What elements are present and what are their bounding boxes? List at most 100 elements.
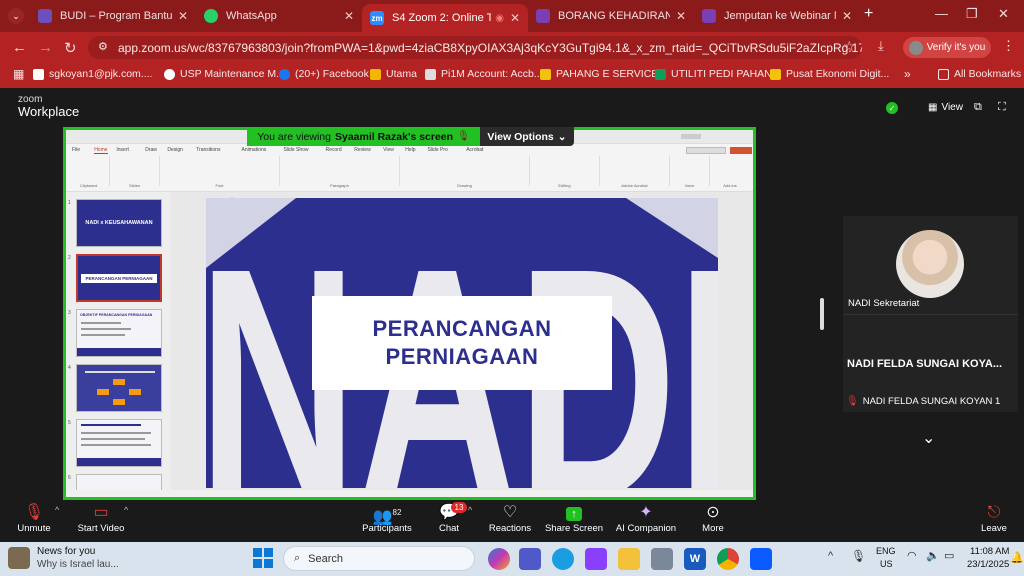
verify-button[interactable]: Verify it's you [903, 37, 991, 58]
tray-chevron-icon[interactable]: ^ [828, 550, 833, 562]
windows-start-icon[interactable] [253, 548, 273, 568]
bookmark-star-icon[interactable]: ☆ [843, 38, 856, 55]
apps-grid-icon[interactable]: ▦ [13, 67, 24, 81]
ppt-menu-record[interactable]: Record [326, 147, 342, 153]
taskbar-search[interactable]: ⌕ Search [283, 546, 475, 571]
close-icon[interactable]: ✕ [344, 9, 354, 23]
share-screen-button[interactable]: ↑ Share Screen [534, 503, 614, 534]
bookmark-item[interactable]: Pusat Ekonomi Digit... [770, 68, 889, 80]
slide-thumbnail[interactable]: NADI x KEUSAHAWANAN [76, 199, 162, 247]
clock-time[interactable]: 11:08 AM [970, 546, 1009, 557]
bookmark-item[interactable]: Pi1M Account: Accb... [425, 68, 543, 80]
ppt-menu-design[interactable]: Design [167, 147, 183, 153]
new-tab-button[interactable]: + [864, 5, 873, 23]
tab-whatsapp[interactable]: WhatsApp ✕ [196, 4, 362, 28]
file-explorer-icon[interactable] [618, 548, 640, 570]
shield-check-icon[interactable]: ✓ [886, 102, 898, 114]
store-icon[interactable] [651, 548, 673, 570]
close-icon[interactable]: ✕ [676, 9, 686, 23]
chevron-down-icon[interactable]: ⌄ [922, 428, 935, 448]
facebook-icon [279, 68, 290, 80]
ppt-menu-draw[interactable]: Draw [145, 147, 157, 153]
video-options-caret[interactable]: ^ [124, 505, 128, 515]
news-widget-subtitle[interactable]: Why is Israel lau... [37, 559, 119, 570]
slide-thumbnail-selected[interactable]: PERANCANGAN PERNIAGAAN [76, 254, 162, 302]
back-icon[interactable]: ← [12, 39, 27, 56]
mic-icon[interactable]: 🎙 [851, 549, 866, 563]
audio-options-caret[interactable]: ^ [55, 505, 59, 515]
start-video-button[interactable]: ▭ Start Video [61, 503, 141, 534]
ppt-menu-animations[interactable]: Animations [242, 147, 267, 153]
ppt-menu-acrobat[interactable]: Acrobat [466, 147, 483, 153]
reload-icon[interactable]: ↻ [64, 39, 77, 57]
ppt-menu-help[interactable]: Help [405, 147, 415, 153]
ppt-menu-insert[interactable]: Insert [116, 147, 129, 153]
more-bookmarks-icon[interactable]: » [904, 67, 911, 81]
slide-title-line2: PERNIAGAAN [385, 344, 539, 369]
slide-thumbnail[interactable]: OBJEKTIF PERANCANGAN PERNIAGAAN [76, 309, 162, 357]
ppt-menu-slide-show[interactable]: Slide Show [284, 147, 309, 153]
bookmark-item[interactable]: UTILITI PEDI PAHAN... [655, 68, 781, 80]
zoom-favicon-icon: zm [370, 11, 384, 25]
view-button[interactable]: ▦ View [928, 102, 963, 113]
download-icon[interactable]: ⤓ [878, 38, 884, 54]
ppt-status-bar [66, 490, 753, 497]
word-icon[interactable]: W [684, 548, 706, 570]
forward-icon[interactable]: → [38, 39, 53, 56]
copilot-app-icon[interactable] [585, 548, 607, 570]
url-field[interactable]: ⚙ app.zoom.us/wc/83767963803/join?fromPW… [88, 36, 862, 59]
restore-icon[interactable]: ❐ [966, 6, 978, 22]
tab-budi[interactable]: BUDI – Program Bantuan Su ✕ [30, 4, 196, 28]
tab-zoom[interactable]: zm S4 Zoom 2: Online Traini ◉ ✕ [362, 4, 528, 32]
view-options-button[interactable]: View Options ⌄ [480, 127, 574, 146]
tab-search-icon[interactable]: ⌄ [8, 8, 24, 24]
menu-dots-icon[interactable]: ⋮ [1002, 38, 1015, 54]
ppt-menu-home[interactable]: Home [94, 147, 108, 154]
language-code[interactable]: ENG [876, 546, 896, 556]
slide-thumbnail[interactable] [76, 419, 162, 467]
bookmark-item[interactable]: Utama [370, 68, 417, 80]
close-icon[interactable]: ✕ [510, 11, 520, 25]
ppt-menu-file[interactable]: File [72, 147, 80, 153]
news-widget-title[interactable]: News for you [37, 546, 95, 557]
battery-icon[interactable]: ▭ [944, 549, 954, 562]
bookmarks-bar: ▦ sgkoyan1@pjk.com.... USP Maintenance M… [0, 62, 1024, 88]
bookmark-item[interactable]: sgkoyan1@pjk.com.... [33, 68, 152, 80]
ppt-menu-view[interactable]: View [383, 147, 394, 153]
copilot-icon[interactable] [488, 548, 510, 570]
tab-jemputan[interactable]: Jemputan ke Webinar NAD ✕ [694, 4, 860, 28]
region-code[interactable]: US [880, 559, 893, 569]
panel-resize-handle[interactable] [820, 298, 824, 330]
wifi-icon[interactable]: ◠ [907, 549, 917, 562]
chat-badge: 13 [451, 502, 467, 513]
site-info-icon[interactable]: ⚙ [98, 40, 108, 53]
chrome-icon[interactable] [717, 548, 739, 570]
bookmark-item[interactable]: USP Maintenance M... [164, 68, 285, 80]
edge-icon[interactable] [552, 548, 574, 570]
ppt-menu-slide-pro[interactable]: Slide Pro [428, 147, 448, 153]
clock-date[interactable]: 23/1/2025 [967, 559, 1009, 570]
minimize-meeting-icon[interactable]: ⧉ [974, 101, 982, 114]
all-bookmarks-folder[interactable]: All Bookmarks [938, 68, 1021, 80]
ppt-menu-transitions[interactable]: Transitions [196, 147, 220, 153]
tab-borang[interactable]: BORANG KEHADIRAN COHO ✕ [528, 4, 694, 28]
news-widget-icon[interactable] [8, 547, 30, 569]
more-button[interactable]: ⊙ More [673, 503, 753, 534]
ppt-menu-review[interactable]: Review [354, 147, 370, 153]
zoom-app-icon[interactable] [750, 548, 772, 570]
participant-avatar [896, 230, 964, 298]
doc-icon [33, 68, 44, 80]
close-icon[interactable]: ✕ [842, 9, 852, 23]
window-close-icon[interactable]: ✕ [998, 6, 1009, 22]
close-icon[interactable]: ✕ [178, 9, 188, 23]
fullscreen-icon[interactable]: ⛶ [998, 101, 1006, 114]
notifications-icon[interactable]: 🔔 [1010, 551, 1024, 564]
windows-taskbar [0, 542, 1024, 576]
leave-button[interactable]: ⎋ Leave [954, 503, 1024, 534]
bookmark-item[interactable]: PAHANG E SERVICE... [540, 68, 667, 80]
teams-icon[interactable] [519, 548, 541, 570]
slide-thumbnail[interactable] [76, 364, 162, 412]
minimize-icon[interactable]: — [935, 6, 948, 21]
volume-icon[interactable]: 🔈 [926, 549, 940, 562]
bookmark-item[interactable]: (20+) Facebook [279, 68, 369, 80]
